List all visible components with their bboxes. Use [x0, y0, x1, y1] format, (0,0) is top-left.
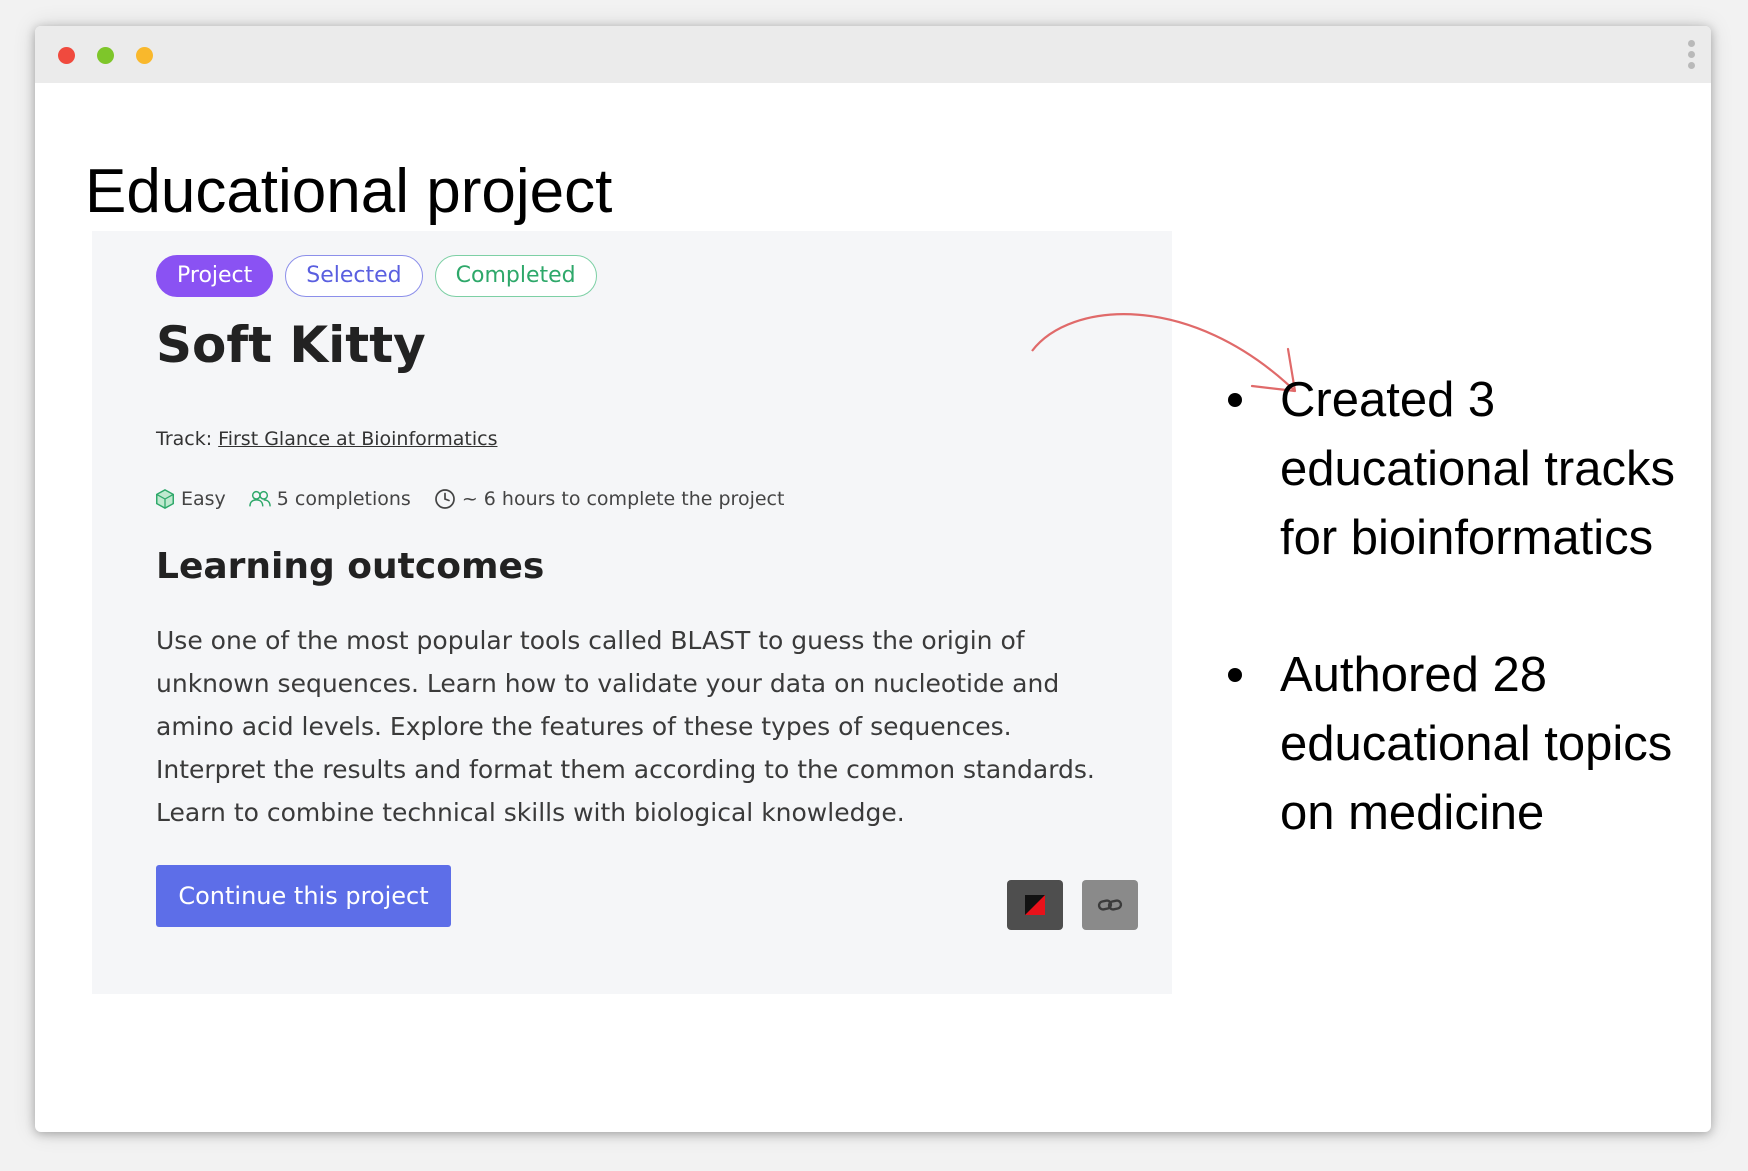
completions-info: 5 completions [248, 487, 411, 511]
project-card: Project Selected Completed Soft Kitty Tr… [92, 231, 1172, 994]
bullet-dot [1228, 668, 1242, 682]
achievement-text: Authored 28 educational topics on medici… [1280, 648, 1673, 840]
link-icon [1097, 899, 1123, 911]
difficulty-label: Easy [181, 488, 226, 510]
clock-icon [434, 489, 455, 509]
link-icon-button[interactable] [1082, 880, 1138, 930]
completions-label: 5 completions [276, 488, 411, 510]
project-meta: Easy 5 completions ~ 6 hours to complete… [154, 487, 806, 511]
duration-label: ~ 6 hours to complete the project [461, 488, 785, 510]
window-titlebar [35, 26, 1711, 83]
close-window-button[interactable] [58, 47, 75, 64]
track-label: Track: [156, 428, 213, 450]
achievement-text: Created 3 educational tracks for bioinfo… [1280, 373, 1675, 565]
flag-icon-button[interactable] [1007, 880, 1063, 930]
track-link[interactable]: First Glance at Bioinformatics [218, 428, 497, 450]
learning-outcomes-text: Use one of the most popular tools called… [156, 626, 1095, 827]
achievement-item: Authored 28 educational topics on medici… [1228, 641, 1700, 848]
learning-outcomes-heading: Learning outcomes [156, 546, 545, 587]
continue-project-button[interactable]: Continue this project [156, 865, 451, 927]
flag-icon [1025, 895, 1045, 915]
completed-badge: Completed [434, 255, 597, 297]
maximize-window-button[interactable] [97, 47, 114, 64]
project-title: Soft Kitty [156, 316, 426, 374]
minimize-window-button[interactable] [136, 47, 153, 64]
bullet-dot [1228, 393, 1242, 407]
track-line: Track: First Glance at Bioinformatics [156, 427, 497, 451]
project-badge: Project [156, 255, 274, 297]
difficulty-info: Easy [154, 487, 226, 511]
browser-window: Educational project Project Selected Com… [35, 26, 1711, 1132]
page-title: Educational project [85, 157, 613, 226]
badge-row: Project Selected Completed [156, 255, 597, 297]
achievement-item: Created 3 educational tracks for bioinfo… [1228, 366, 1700, 573]
cube-icon [156, 488, 174, 510]
users-icon [248, 490, 271, 507]
achievements-list: Created 3 educational tracks for bioinfo… [1228, 366, 1700, 848]
duration-info: ~ 6 hours to complete the project [433, 487, 785, 511]
curved-arrow-icon [1031, 313, 1297, 393]
selected-badge: Selected [285, 255, 423, 297]
more-options-icon[interactable] [1688, 40, 1696, 72]
